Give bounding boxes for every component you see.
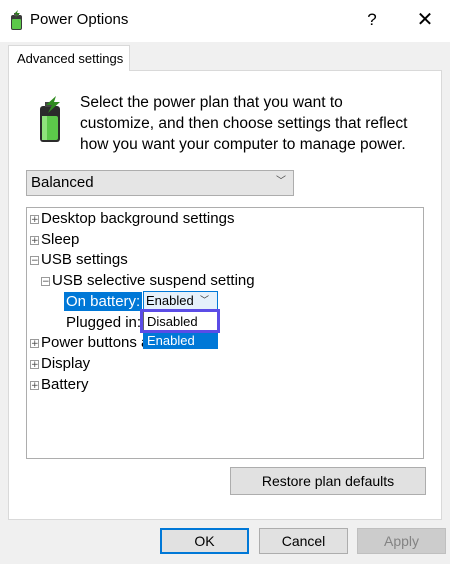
power-options-app-icon — [11, 10, 22, 30]
tree-item-desktop-background[interactable]: + Desktop background settings — [30, 209, 234, 229]
chevron-down-icon: ﹀ — [276, 176, 286, 187]
tree-item-on-battery[interactable]: On battery: — [64, 292, 143, 311]
cancel-button[interactable]: Cancel — [259, 528, 348, 554]
expand-plus-icon[interactable]: + — [30, 338, 39, 348]
expand-plus-icon[interactable]: + — [30, 214, 39, 224]
apply-button[interactable]: Apply — [357, 528, 446, 554]
expand-plus-icon[interactable]: + — [30, 235, 39, 245]
help-button[interactable]: ? — [359, 6, 385, 34]
restore-plan-defaults-button[interactable]: Restore plan defaults — [230, 467, 426, 495]
tree-item-sleep[interactable]: + Sleep — [30, 230, 79, 250]
highlight-outline — [140, 309, 220, 333]
tree-item-display[interactable]: + Display — [30, 354, 90, 374]
chevron-down-icon: ﹀ — [200, 295, 210, 305]
ok-button[interactable]: OK — [160, 528, 249, 554]
tree-item-usb-settings[interactable]: − USB settings — [30, 250, 128, 270]
tree-item-label: USB selective suspend setting — [52, 272, 255, 289]
window-title: Power Options — [30, 11, 129, 28]
tree-item-label: USB settings — [41, 251, 128, 268]
power-plan-dropdown[interactable]: Balanced — [26, 170, 294, 196]
dropdown-option-enabled[interactable]: Enabled — [143, 332, 218, 349]
expand-plus-icon[interactable]: + — [30, 359, 39, 369]
plan-description-text: Select the power plan that you want to c… — [80, 94, 408, 153]
tree-item-battery[interactable]: + Battery — [30, 375, 89, 395]
tree-item-plugged-in[interactable]: Plugged in: — [66, 313, 141, 333]
tree-item-label: Sleep — [41, 231, 80, 248]
tree-item-usb-selective-suspend[interactable]: − USB selective suspend setting — [41, 271, 255, 291]
collapse-minus-icon[interactable]: − — [41, 276, 50, 286]
tree-item-label: Display — [41, 355, 91, 372]
tree-item-label: Desktop background settings — [41, 210, 235, 227]
close-button[interactable]: ✕ — [410, 6, 440, 34]
battery-icon — [40, 96, 60, 142]
collapse-minus-icon[interactable]: − — [30, 255, 39, 265]
tree-item-label: Battery — [41, 376, 89, 393]
tab-advanced-settings[interactable]: Advanced settings — [8, 45, 130, 71]
expand-plus-icon[interactable]: + — [30, 380, 39, 390]
